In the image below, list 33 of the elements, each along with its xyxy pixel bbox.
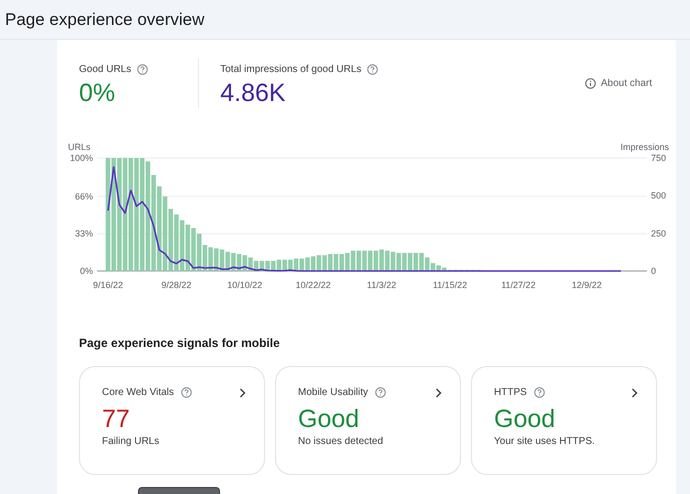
stat-value: 4.86K (220, 79, 287, 108)
y-axis-title: URLs (68, 142, 91, 152)
y-tick-label: 0% (80, 266, 93, 276)
section-title: Page experience signals for mobile (79, 336, 281, 350)
y-tick-label: 33% (74, 228, 93, 239)
y2-axis-title: Impressions (620, 142, 669, 152)
x-tick-label: 11/27/22 (501, 280, 536, 290)
card-title: HTTPS (494, 387, 527, 398)
card-detail: Your site uses HTTPS. (494, 436, 596, 446)
stat-label: Good URLs (79, 64, 132, 75)
x-tick-label: 12/9/22 (572, 280, 602, 290)
card-detail: No issues detected (298, 436, 384, 446)
card-title: Core Web Vitals (102, 387, 174, 398)
x-tick-label: 9/28/22 (161, 280, 192, 290)
page-title: Page experience overview (5, 10, 204, 30)
card-title: Mobile Usability (298, 387, 368, 398)
stat-label: Total impressions of good URLs (220, 64, 362, 75)
x-tick-label: 11/3/22 (366, 280, 396, 290)
card-value: Good (494, 406, 556, 434)
y2-tick-label: 0 (651, 266, 656, 276)
x-tick-label: 11/15/22 (432, 280, 468, 290)
x-tick-label: 10/22/22 (296, 280, 331, 290)
y2-tick-label: 250 (651, 228, 666, 238)
y-tick-label: 66% (74, 191, 93, 202)
card-value: Good (298, 406, 360, 434)
x-tick-label: 10/10/22 (227, 280, 262, 290)
card-value: 77 (102, 406, 131, 434)
stat-value: 0% (79, 79, 116, 108)
card-detail: Failing URLs (102, 436, 160, 446)
x-tick-label: 9/16/22 (92, 280, 124, 290)
y-tick-label: 100% (70, 153, 93, 163)
y2-tick-label: 500 (651, 190, 666, 201)
y2-tick-label: 750 (651, 153, 666, 163)
